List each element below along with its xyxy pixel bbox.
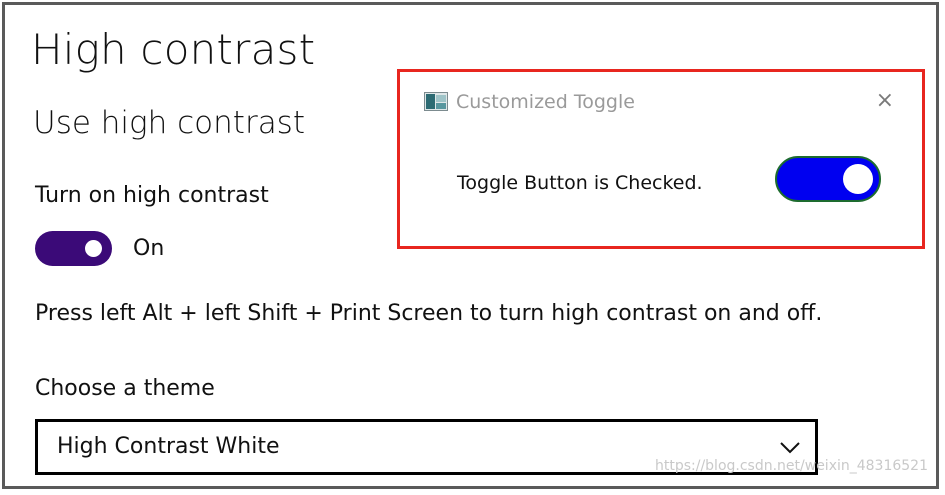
close-icon[interactable]: × [876, 88, 894, 114]
section-title: Use high contrast [33, 105, 305, 141]
watermark-text: https://blog.csdn.net/weixin_48316521 [654, 458, 928, 474]
toggle-state-text: On [133, 236, 165, 261]
customized-toggle-window: Customized Toggle × Toggle Button is Che… [397, 69, 925, 249]
high-contrast-toggle[interactable] [35, 231, 112, 266]
popup-title: Customized Toggle [456, 91, 635, 113]
theme-selected-value: High Contrast White [57, 434, 280, 459]
popup-titlebar: Customized Toggle × [420, 88, 902, 118]
window-app-icon [424, 92, 448, 111]
custom-toggle-button[interactable] [775, 156, 881, 202]
custom-toggle-knob [843, 164, 873, 194]
theme-label: Choose a theme [35, 376, 215, 401]
toggle-knob [85, 240, 102, 257]
chevron-down-icon [780, 442, 800, 454]
page-title: High contrast [31, 25, 316, 74]
popup-status-message: Toggle Button is Checked. [457, 172, 703, 194]
high-contrast-toggle-label: Turn on high contrast [35, 183, 269, 208]
shortcut-description: Press left Alt + left Shift + Print Scre… [35, 301, 823, 326]
